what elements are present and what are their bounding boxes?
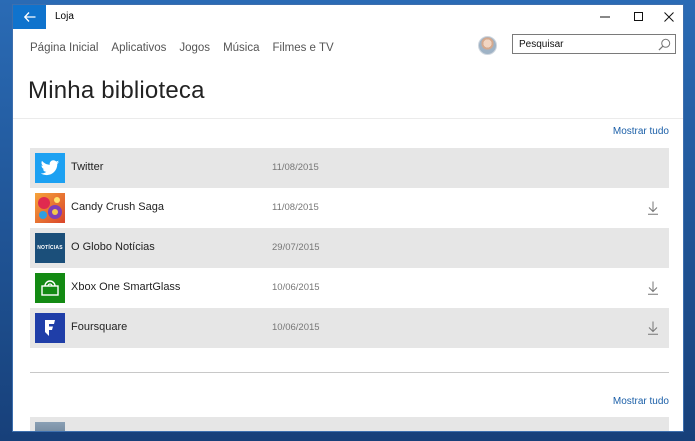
library-item-oglobo[interactable]: NOTÍCIAS O Globo Notícias 29/07/2015 (30, 228, 669, 268)
nav-item-music[interactable]: Música (223, 38, 259, 58)
app-date: 10/06/2015 (272, 282, 320, 293)
show-all-link[interactable]: Mostrar tudo (613, 126, 669, 137)
maximize-button[interactable] (623, 5, 655, 29)
close-button[interactable] (653, 5, 683, 29)
nav-item-home[interactable]: Página Inicial (30, 38, 98, 58)
arrow-left-icon (23, 12, 35, 22)
app-name: Foursquare (71, 321, 128, 333)
app-thumbnail-icon (35, 422, 65, 431)
library-item-foursquare[interactable]: Foursquare 10/06/2015 (30, 308, 669, 348)
nav-item-games[interactable]: Jogos (179, 38, 210, 58)
partial-list-item[interactable] (30, 417, 669, 431)
minimize-button[interactable] (589, 5, 621, 29)
minimize-icon (600, 16, 610, 18)
maximize-icon (634, 12, 643, 21)
app-date: 29/07/2015 (272, 242, 320, 253)
title-bar: Loja (13, 5, 683, 29)
app-name: Xbox One SmartGlass (71, 281, 181, 293)
xbox-smartglass-icon (35, 273, 65, 303)
app-date: 11/08/2015 (272, 162, 319, 173)
foursquare-icon (35, 313, 65, 343)
store-window: Loja Página Inicial Aplicativos Jogos Mú… (13, 5, 683, 431)
show-all-link-2[interactable]: Mostrar tudo (613, 396, 669, 407)
app-name: Candy Crush Saga (71, 201, 164, 213)
header-divider (13, 118, 683, 119)
search-box (512, 34, 676, 54)
download-icon[interactable] (647, 321, 659, 335)
oglobo-icon: NOTÍCIAS (35, 233, 65, 263)
app-title: Loja (55, 11, 74, 22)
app-date: 11/08/2015 (272, 202, 319, 213)
user-avatar[interactable] (478, 36, 497, 55)
page-title: Minha biblioteca (28, 77, 205, 104)
search-input[interactable] (513, 35, 653, 53)
download-icon[interactable] (647, 201, 659, 215)
app-name: O Globo Notícias (71, 241, 155, 253)
twitter-icon (35, 153, 65, 183)
nav-item-apps[interactable]: Aplicativos (111, 38, 166, 58)
main-nav: Página Inicial Aplicativos Jogos Música … (30, 38, 347, 58)
section-divider (30, 372, 669, 373)
app-name: Twitter (71, 161, 104, 173)
download-icon[interactable] (647, 281, 659, 295)
back-button[interactable] (13, 5, 46, 29)
library-item-xbox-smartglass[interactable]: Xbox One SmartGlass 10/06/2015 (30, 268, 669, 308)
library-item-twitter[interactable]: Twitter 11/08/2015 (30, 148, 669, 188)
library-item-candy-crush[interactable]: Candy Crush Saga 11/08/2015 (30, 188, 669, 228)
search-icon[interactable] (658, 38, 671, 51)
oglobo-icon-label: NOTÍCIAS (37, 245, 63, 251)
library-list: Twitter 11/08/2015 Candy Crush Saga 11/0… (30, 148, 669, 348)
close-icon (664, 12, 674, 22)
nav-item-movies-tv[interactable]: Filmes e TV (273, 38, 334, 58)
app-date: 10/06/2015 (272, 322, 320, 333)
candy-crush-icon (35, 193, 65, 223)
